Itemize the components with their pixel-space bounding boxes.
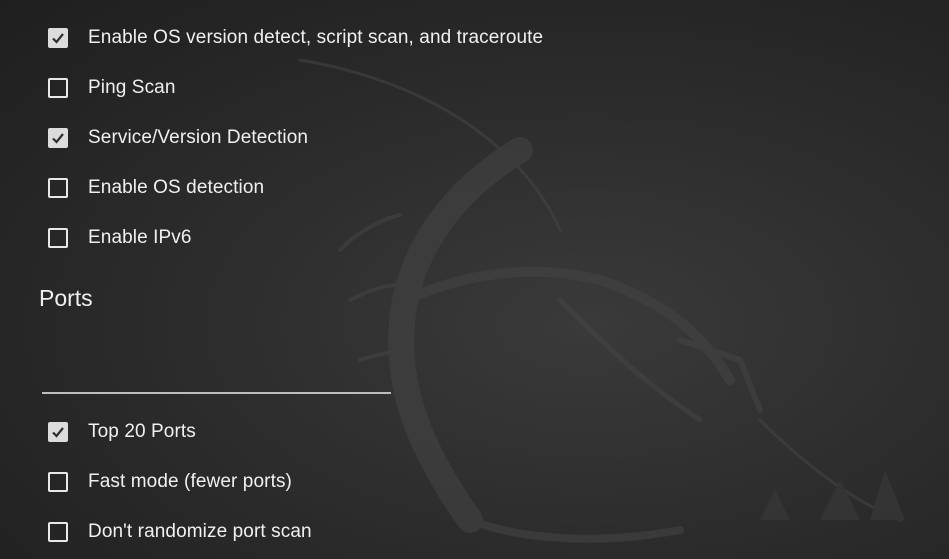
option-label: Fast mode (fewer ports) xyxy=(88,471,292,492)
checkbox-checked-icon[interactable] xyxy=(48,422,68,442)
option-top-20-ports[interactable]: Top 20 Ports xyxy=(48,417,196,447)
ports-input[interactable] xyxy=(42,330,391,394)
option-label: Don't randomize port scan xyxy=(88,521,312,542)
nmap-options-screen: Enable OS version detect, script scan, a… xyxy=(0,0,949,559)
option-label: Ping Scan xyxy=(88,77,176,98)
checkbox-unchecked-icon[interactable] xyxy=(48,522,68,542)
ports-section-title: Ports xyxy=(39,285,93,311)
option-label: Top 20 Ports xyxy=(88,421,196,442)
option-label: Enable IPv6 xyxy=(88,227,192,248)
option-label: Service/Version Detection xyxy=(88,127,309,148)
checkbox-checked-icon[interactable] xyxy=(48,28,68,48)
option-ping-scan[interactable]: Ping Scan xyxy=(48,73,176,103)
checkbox-unchecked-icon[interactable] xyxy=(48,178,68,198)
options-panel: Enable OS version detect, script scan, a… xyxy=(0,0,949,559)
checkbox-unchecked-icon[interactable] xyxy=(48,78,68,98)
option-label: Enable OS detection xyxy=(88,177,265,198)
option-dont-randomize-port-scan[interactable]: Don't randomize port scan xyxy=(48,517,312,547)
checkbox-checked-icon[interactable] xyxy=(48,128,68,148)
option-enable-ipv6[interactable]: Enable IPv6 xyxy=(48,223,192,253)
option-label: Enable OS version detect, script scan, a… xyxy=(88,27,544,48)
checkbox-unchecked-icon[interactable] xyxy=(48,472,68,492)
option-service-version-detection[interactable]: Service/Version Detection xyxy=(48,123,308,153)
option-enable-os-version-script-traceroute[interactable]: Enable OS version detect, script scan, a… xyxy=(48,23,543,53)
option-fast-mode[interactable]: Fast mode (fewer ports) xyxy=(48,467,292,497)
checkbox-unchecked-icon[interactable] xyxy=(48,228,68,248)
option-enable-os-detection[interactable]: Enable OS detection xyxy=(48,173,264,203)
